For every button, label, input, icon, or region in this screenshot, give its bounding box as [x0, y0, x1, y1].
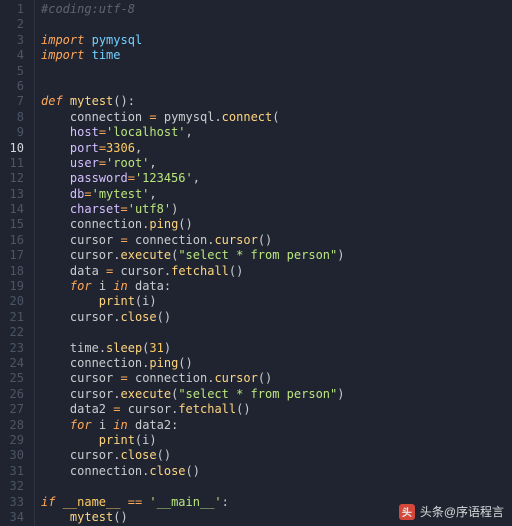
line-number: 2: [6, 17, 24, 32]
line-number: 26: [6, 387, 24, 402]
line-number: 32: [6, 479, 24, 494]
line-number: 27: [6, 402, 24, 417]
line-number: 4: [6, 48, 24, 63]
code-line[interactable]: cursor = connection.cursor(): [41, 371, 512, 386]
line-number: 25: [6, 371, 24, 386]
line-number: 1: [6, 2, 24, 17]
line-number: 8: [6, 110, 24, 125]
code-line[interactable]: time.sleep(31): [41, 341, 512, 356]
line-number: 7: [6, 94, 24, 109]
code-line[interactable]: [41, 64, 512, 79]
line-number: 16: [6, 233, 24, 248]
watermark: 头 头条@序语程言: [399, 503, 504, 520]
code-line[interactable]: [41, 479, 512, 494]
line-number: 11: [6, 156, 24, 171]
code-line[interactable]: for i in data:: [41, 279, 512, 294]
line-number: 28: [6, 418, 24, 433]
line-number-gutter: 1234567891011121314151617181920212223242…: [0, 0, 34, 526]
code-line[interactable]: [41, 17, 512, 32]
code-line[interactable]: password='123456',: [41, 171, 512, 186]
code-line[interactable]: [41, 325, 512, 340]
code-line[interactable]: charset='utf8'): [41, 202, 512, 217]
line-number: 5: [6, 64, 24, 79]
code-line[interactable]: #coding:utf-8: [41, 2, 512, 17]
code-line[interactable]: cursor = connection.cursor(): [41, 233, 512, 248]
line-number: 18: [6, 264, 24, 279]
watermark-text: 头条@序语程言: [420, 503, 504, 520]
code-line[interactable]: cursor.close(): [41, 448, 512, 463]
code-line[interactable]: connection.close(): [41, 464, 512, 479]
line-number: 31: [6, 464, 24, 479]
line-number: 17: [6, 248, 24, 263]
code-line[interactable]: import time: [41, 48, 512, 63]
line-number: 14: [6, 202, 24, 217]
line-number: 24: [6, 356, 24, 371]
line-number: 34: [6, 510, 24, 525]
code-line[interactable]: print(i): [41, 433, 512, 448]
line-number: 10: [6, 141, 24, 156]
line-number: 15: [6, 217, 24, 232]
code-line[interactable]: port=3306,: [41, 141, 512, 156]
code-line[interactable]: import pymysql: [41, 33, 512, 48]
code-line[interactable]: cursor.execute("select * from person"): [41, 248, 512, 263]
line-number: 21: [6, 310, 24, 325]
code-line[interactable]: cursor.close(): [41, 310, 512, 325]
code-line[interactable]: def mytest():: [41, 94, 512, 109]
line-number: 9: [6, 125, 24, 140]
line-number: 30: [6, 448, 24, 463]
code-editor[interactable]: 1234567891011121314151617181920212223242…: [0, 0, 512, 526]
code-line[interactable]: user='root',: [41, 156, 512, 171]
line-number: 29: [6, 433, 24, 448]
code-line[interactable]: for i in data2:: [41, 418, 512, 433]
line-number: 23: [6, 341, 24, 356]
line-number: 19: [6, 279, 24, 294]
line-number: 22: [6, 325, 24, 340]
line-number: 3: [6, 33, 24, 48]
code-line[interactable]: cursor.execute("select * from person"): [41, 387, 512, 402]
code-line[interactable]: connection.ping(): [41, 356, 512, 371]
code-line[interactable]: connection = pymysql.connect(: [41, 110, 512, 125]
line-number: 13: [6, 187, 24, 202]
line-number: 6: [6, 79, 24, 94]
line-number: 33: [6, 495, 24, 510]
code-line[interactable]: host='localhost',: [41, 125, 512, 140]
line-number: 20: [6, 294, 24, 309]
code-area[interactable]: #coding:utf-8 import pymysqlimport time …: [34, 0, 512, 526]
code-line[interactable]: [41, 79, 512, 94]
line-number: 12: [6, 171, 24, 186]
code-line[interactable]: db='mytest',: [41, 187, 512, 202]
toutiao-logo-icon: 头: [399, 504, 415, 520]
code-line[interactable]: data = cursor.fetchall(): [41, 264, 512, 279]
code-line[interactable]: print(i): [41, 294, 512, 309]
code-line[interactable]: connection.ping(): [41, 217, 512, 232]
code-line[interactable]: data2 = cursor.fetchall(): [41, 402, 512, 417]
